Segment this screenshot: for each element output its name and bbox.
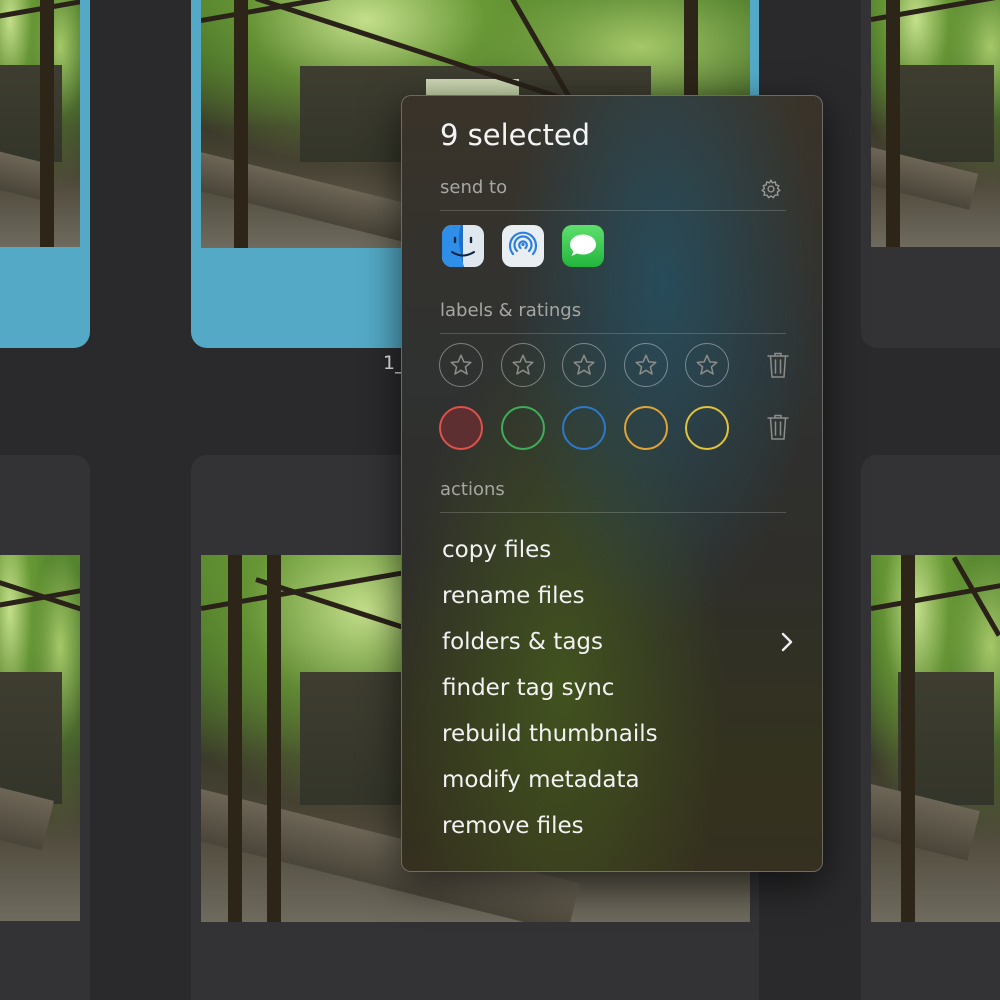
divider xyxy=(440,512,786,513)
trash-icon[interactable] xyxy=(766,351,790,379)
photo-tile[interactable] xyxy=(0,455,90,1000)
messages-icon[interactable] xyxy=(562,225,604,267)
divider xyxy=(440,210,786,211)
finder-icon[interactable] xyxy=(442,225,484,267)
section-label-actions: actions xyxy=(440,479,505,500)
selection-popup: 9 selected send to labels & ratings acti… xyxy=(401,95,823,872)
section-label-labels-ratings: labels & ratings xyxy=(440,300,582,321)
photo-thumbnail xyxy=(871,555,1000,922)
action-copy-files[interactable]: copy files xyxy=(442,537,551,563)
action-folders-tags[interactable]: folders & tags xyxy=(442,629,603,655)
airdrop-icon[interactable] xyxy=(502,225,544,267)
action-remove-files[interactable]: remove files xyxy=(442,813,584,839)
star-icon xyxy=(450,354,472,375)
color-label-red-button[interactable] xyxy=(439,406,483,450)
star-icon xyxy=(635,354,657,375)
action-finder-tag-sync[interactable]: finder tag sync xyxy=(442,675,614,701)
chevron-right-icon[interactable] xyxy=(779,630,795,654)
photo-tile[interactable] xyxy=(861,455,1000,1000)
photo-thumbnail xyxy=(0,555,80,921)
star-rating-4-button[interactable] xyxy=(624,343,668,387)
color-label-blue-button[interactable] xyxy=(562,406,606,450)
photo-thumbnail xyxy=(871,0,1000,247)
star-rating-3-button[interactable] xyxy=(562,343,606,387)
divider xyxy=(440,333,786,334)
photo-thumbnail xyxy=(0,0,80,247)
star-icon xyxy=(573,354,595,375)
color-label-yellow-button[interactable] xyxy=(685,406,729,450)
gear-icon[interactable] xyxy=(760,178,782,200)
action-rebuild-thumbnails[interactable]: rebuild thumbnails xyxy=(442,721,658,747)
star-icon xyxy=(512,354,534,375)
star-rating-5-button[interactable] xyxy=(685,343,729,387)
photo-tile-selected[interactable] xyxy=(0,0,90,348)
photo-tile[interactable] xyxy=(861,0,1000,348)
color-label-green-button[interactable] xyxy=(501,406,545,450)
star-rating-2-button[interactable] xyxy=(501,343,545,387)
action-rename-files[interactable]: rename files xyxy=(442,583,585,609)
photo-grid-view: 1_ 9 selected send to labels & ratings a… xyxy=(0,0,1000,1000)
star-icon xyxy=(696,354,718,375)
popup-title: 9 selected xyxy=(440,118,591,152)
section-label-send-to: send to xyxy=(440,177,508,198)
color-label-orange-button[interactable] xyxy=(624,406,668,450)
trash-icon[interactable] xyxy=(766,413,790,441)
action-modify-metadata[interactable]: modify metadata xyxy=(442,767,640,793)
star-rating-1-button[interactable] xyxy=(439,343,483,387)
